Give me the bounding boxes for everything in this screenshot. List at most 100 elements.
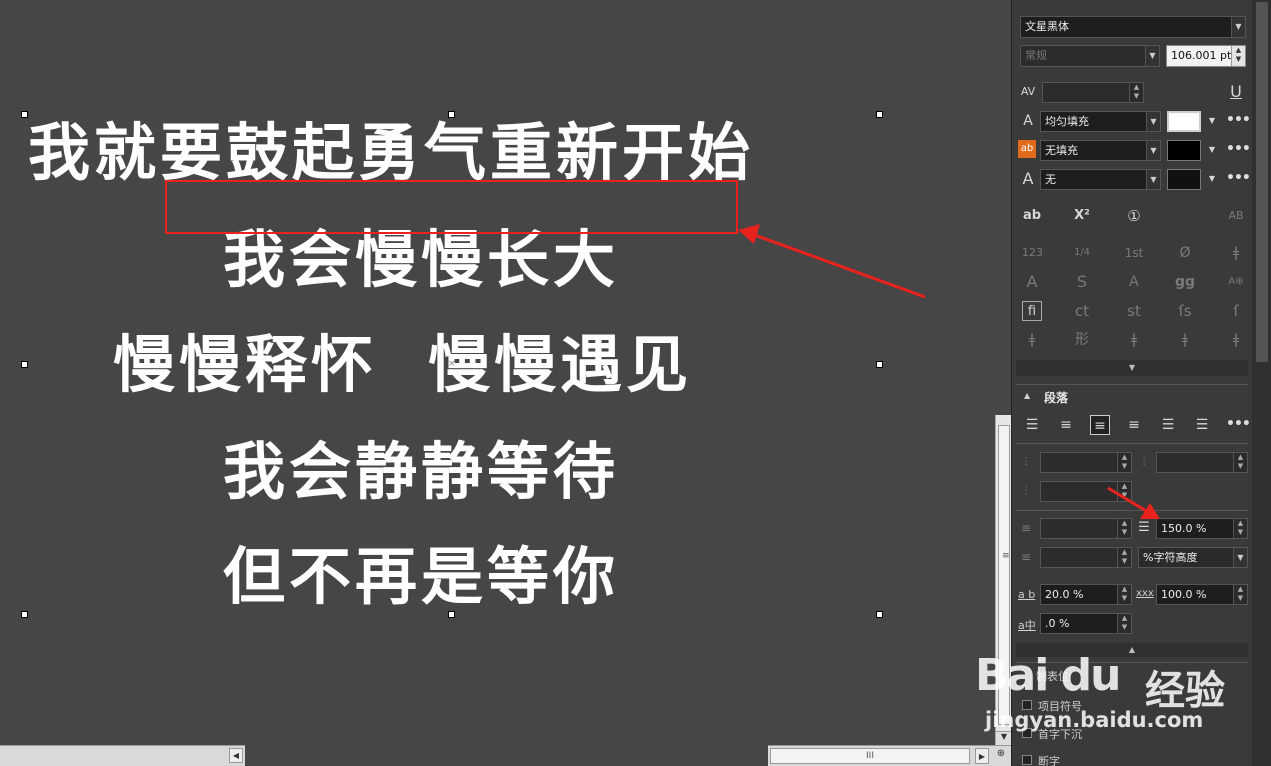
scroll-left-arrow-icon[interactable]: ◀	[229, 748, 243, 763]
space-before-spinner[interactable]: ▲ ▼	[1117, 519, 1131, 538]
right-indent-input[interactable]: ▲ ▼	[1040, 481, 1132, 502]
chevron-up-icon[interactable]: ▲	[1024, 391, 1030, 400]
kerning-input[interactable]: ▲ ▼	[1042, 82, 1144, 103]
opentype-discretionary-ligature-icon[interactable]: ct	[1072, 301, 1092, 321]
opentype-ornaments-icon[interactable]: A⊕	[1226, 272, 1246, 292]
language-spacing-spinner[interactable]: ▲ ▼	[1117, 614, 1131, 633]
opentype-numbers-icon[interactable]: 123	[1022, 243, 1043, 263]
opentype-row4-icon-3[interactable]: ǂ	[1124, 330, 1144, 350]
outline-select[interactable]: 无 ▼	[1040, 169, 1161, 190]
opentype-row4-icon-1[interactable]: ǂ	[1022, 330, 1042, 350]
chevron-down-icon[interactable]: ▼	[1202, 111, 1222, 131]
line-spacing-input[interactable]: 150.0 % ▲ ▼	[1156, 518, 1248, 539]
opentype-caps-icon[interactable]: A	[1022, 272, 1042, 292]
line-spacing-value: 150.0 %	[1161, 522, 1207, 535]
selection-handle-middle-right[interactable]	[876, 361, 883, 368]
selection-handle-top-left[interactable]	[21, 111, 28, 118]
kerning-icon: AV	[1020, 85, 1036, 98]
char-spacing-input[interactable]: 20.0 % ▲ ▼	[1040, 584, 1132, 605]
canvas[interactable]: 我就要鼓起勇气重新开始 我会慢慢长大 慢慢释怀 慢慢遇见 我会静静等待 但不再是…	[0, 0, 1011, 766]
line-spacing-spinner[interactable]: ▲ ▼	[1233, 519, 1247, 538]
language-spacing-input[interactable]: .0 % ▲ ▼	[1040, 613, 1132, 634]
underline-style-icon[interactable]: ab	[1022, 206, 1042, 226]
left-indent-input[interactable]: ▲ ▼	[1040, 452, 1132, 473]
selection-handle-bottom-center[interactable]	[448, 611, 455, 618]
text-fill-select[interactable]: 均匀填充 ▼	[1040, 111, 1161, 132]
spacing-unit-select[interactable]: %字符高度 ▼	[1138, 547, 1248, 568]
background-fill-icon: ab	[1018, 140, 1036, 158]
text-fill-more-button[interactable]: •••	[1226, 112, 1251, 128]
opentype-stylistic-icon[interactable]: st	[1124, 301, 1144, 321]
text-line-2[interactable]: 我会慢慢长大	[223, 229, 619, 291]
opentype-swash-icon[interactable]: S	[1072, 272, 1092, 292]
circled-number-icon[interactable]: ①	[1124, 206, 1144, 226]
background-fill-select[interactable]: 无填充 ▼	[1040, 140, 1161, 161]
align-force-justify-icon[interactable]: ☰	[1192, 415, 1212, 435]
opentype-historical-icon[interactable]: ſs	[1175, 301, 1195, 321]
font-size-spinner[interactable]: ▲ ▼	[1231, 46, 1245, 66]
selection-handle-bottom-left[interactable]	[21, 611, 28, 618]
opentype-ligature-icon[interactable]: ﬁ	[1022, 301, 1042, 321]
align-left-icon[interactable]: ≡	[1056, 415, 1076, 435]
uppercase-icon[interactable]: AB	[1226, 206, 1246, 226]
superscript-icon[interactable]: X²	[1072, 206, 1092, 226]
selection-handle-middle-left[interactable]	[21, 361, 28, 368]
space-after-spinner[interactable]: ▲ ▼	[1117, 548, 1131, 567]
opentype-alternates-icon[interactable]: gg	[1175, 272, 1195, 292]
chevron-down-icon[interactable]: ▼	[1231, 17, 1245, 37]
chevron-down-icon[interactable]: ▼	[1146, 141, 1160, 160]
chevron-down-icon[interactable]: ▼	[1146, 112, 1160, 131]
horizontal-scroll-thumb[interactable]: III	[770, 748, 970, 764]
text-line-5[interactable]: 但不再是等你	[223, 546, 619, 608]
space-after-input[interactable]: ▲ ▼	[1040, 547, 1132, 568]
left-indent-spinner[interactable]: ▲ ▼	[1117, 453, 1131, 472]
background-fill-more-button[interactable]: •••	[1226, 141, 1251, 157]
chevron-down-icon: ▼	[1128, 363, 1136, 372]
kerning-spinner[interactable]: ▲ ▼	[1129, 83, 1143, 102]
opentype-ordinal-icon[interactable]: 1st	[1124, 243, 1144, 263]
opentype-more-icon[interactable]: ǂ	[1226, 243, 1246, 263]
align-center-icon[interactable]: ≡	[1090, 415, 1110, 435]
opentype-slashed-zero-icon[interactable]: Ø	[1175, 243, 1195, 263]
font-size-input[interactable]: 106.001 pt ▲ ▼	[1166, 45, 1246, 67]
word-spacing-input[interactable]: 100.0 % ▲ ▼	[1156, 584, 1248, 605]
text-fill-color-swatch[interactable]	[1167, 111, 1201, 132]
selection-handle-top-center[interactable]	[448, 111, 455, 118]
chevron-down-icon[interactable]: ▼	[1145, 46, 1159, 66]
chevron-down-icon[interactable]: ▼	[1202, 169, 1222, 189]
opentype-contextual-icon[interactable]: ſ	[1226, 301, 1246, 321]
first-line-indent-spinner[interactable]: ▲ ▼	[1233, 453, 1247, 472]
chevron-down-icon[interactable]: ▼	[1233, 548, 1247, 567]
text-line-1[interactable]: 我就要鼓起勇气重新开始	[28, 122, 754, 184]
font-family-select[interactable]: 文星黑体 ▼	[1020, 16, 1246, 38]
expand-bar[interactable]: ▼	[1016, 360, 1248, 376]
opentype-row4-icon-4[interactable]: ǂ	[1175, 330, 1195, 350]
chevron-down-icon[interactable]: ▼	[1146, 170, 1160, 189]
char-spacing-spinner[interactable]: ▲ ▼	[1117, 585, 1131, 604]
opentype-row4-icon-5[interactable]: ǂ	[1226, 330, 1246, 350]
outline-more-button[interactable]: •••	[1226, 170, 1251, 186]
outline-color-swatch[interactable]	[1167, 169, 1201, 190]
word-spacing-spinner[interactable]: ▲ ▼	[1233, 585, 1247, 604]
chevron-down-icon[interactable]: ▼	[1202, 140, 1222, 160]
text-line-4[interactable]: 我会静静等待	[223, 441, 619, 503]
canvas-horizontal-scrollbar-left[interactable]: ◀	[0, 745, 245, 766]
align-justify-icon[interactable]: ☰	[1158, 415, 1178, 435]
opentype-titling-icon[interactable]: Ａ	[1124, 272, 1144, 292]
language-spacing-value: .0 %	[1045, 617, 1070, 630]
selection-handle-bottom-right[interactable]	[876, 611, 883, 618]
first-line-indent-input[interactable]: ▲ ▼	[1156, 452, 1248, 473]
docker-scroll-thumb[interactable]	[1256, 2, 1268, 362]
background-fill-color-swatch[interactable]	[1167, 140, 1201, 161]
opentype-shape-icon[interactable]: 形	[1072, 330, 1092, 350]
align-right-icon[interactable]: ≡	[1124, 415, 1144, 435]
alignment-more-button[interactable]: •••	[1226, 416, 1251, 432]
text-line-3[interactable]: 慢慢释怀 慢慢遇见	[113, 334, 692, 396]
underline-icon[interactable]: U	[1226, 82, 1246, 102]
space-before-input[interactable]: ▲ ▼	[1040, 518, 1132, 539]
opentype-fraction-icon[interactable]: 1/4	[1072, 243, 1092, 263]
selection-handle-top-right[interactable]	[876, 111, 883, 118]
font-style-select[interactable]: 常规 ▼	[1020, 45, 1160, 67]
align-none-icon[interactable]: ☰	[1022, 415, 1042, 435]
right-indent-spinner[interactable]: ▲ ▼	[1117, 482, 1131, 501]
